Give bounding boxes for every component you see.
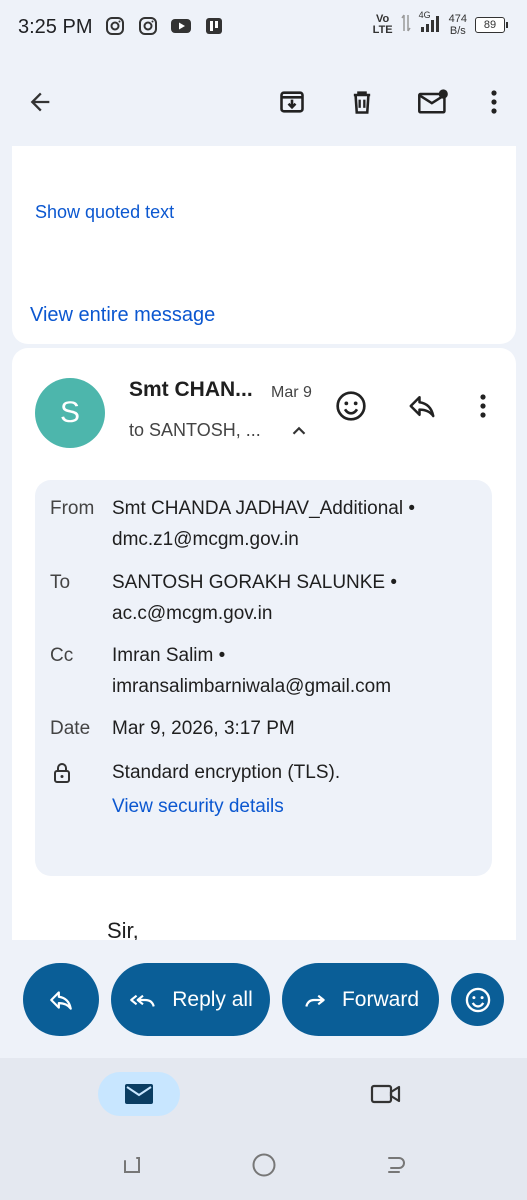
emoji-button[interactable] bbox=[451, 973, 504, 1026]
data-arrows-icon bbox=[401, 13, 411, 36]
cc-email[interactable]: imransalimbarniwala@gmail.com bbox=[112, 671, 482, 702]
message-card: S Smt CHAN... Mar 9 to SANTOSH, ... From… bbox=[12, 348, 516, 940]
to-label: To bbox=[50, 572, 71, 593]
network-speed: 474 B/s bbox=[448, 12, 467, 37]
chevron-up-icon[interactable] bbox=[288, 420, 310, 447]
home-nav-icon[interactable] bbox=[249, 1150, 279, 1180]
emoji-reaction-icon[interactable] bbox=[331, 386, 371, 426]
lock-icon bbox=[52, 762, 72, 790]
signal-icon: 4G bbox=[419, 10, 441, 37]
battery-icon: 89 bbox=[475, 16, 508, 33]
reply-icon[interactable] bbox=[402, 386, 442, 426]
message-details-panel: From Smt CHANDA JADHAV_Additional • dmc.… bbox=[35, 480, 492, 876]
to-email[interactable]: ac.c@mcgm.gov.in bbox=[112, 598, 482, 629]
from-value: Smt CHANDA JADHAV_Additional • dmc.z1@mc… bbox=[112, 493, 482, 555]
back-nav-icon[interactable] bbox=[380, 1150, 410, 1180]
top-toolbar bbox=[0, 56, 527, 146]
status-time: 3:25 PM bbox=[18, 16, 93, 38]
message-body: Sir, bbox=[107, 918, 139, 940]
nav-mail-tab[interactable] bbox=[98, 1072, 180, 1116]
quoted-card: Show quoted text View entire message bbox=[12, 146, 516, 344]
to-name: SANTOSH GORAKH SALUNKE • bbox=[112, 572, 398, 593]
view-security-details-link[interactable]: View security details bbox=[112, 791, 482, 822]
from-email[interactable]: dmc.z1@mcgm.gov.in bbox=[112, 524, 482, 555]
forward-button[interactable]: Forward bbox=[282, 963, 439, 1036]
delete-icon[interactable] bbox=[340, 80, 384, 124]
back-arrow-icon[interactable] bbox=[18, 80, 62, 124]
date-label: Date bbox=[50, 718, 91, 739]
cc-value: Imran Salim • imransalimbarniwala@gmail.… bbox=[112, 640, 482, 702]
more-vert-icon[interactable] bbox=[472, 80, 516, 124]
message-more-icon[interactable] bbox=[463, 386, 503, 426]
message-scroll-area[interactable]: Show quoted text View entire message S S… bbox=[0, 146, 527, 940]
cc-label: Cc bbox=[50, 645, 74, 666]
video-camera-icon bbox=[370, 1084, 401, 1104]
reply-all-icon bbox=[130, 994, 155, 1007]
recents-nav-icon[interactable] bbox=[117, 1150, 147, 1180]
from-name: Smt CHANDA JADHAV_Additional • bbox=[112, 498, 416, 519]
reply-all-button[interactable]: Reply all bbox=[111, 963, 270, 1036]
avatar[interactable]: S bbox=[35, 378, 105, 448]
date-value: Mar 9, 2026, 3:17 PM bbox=[112, 718, 295, 739]
from-label: From bbox=[50, 498, 95, 519]
emoji-icon bbox=[465, 987, 490, 1012]
status-bar: 3:25 PM Vo LTE 4G 474 B/s 89 bbox=[0, 0, 527, 56]
cc-name: Imran Salim • bbox=[112, 645, 226, 666]
sender-name[interactable]: Smt CHAN... bbox=[129, 378, 253, 402]
show-quoted-text-link[interactable]: Show quoted text bbox=[35, 202, 174, 223]
reply-button[interactable] bbox=[23, 963, 99, 1036]
forward-icon bbox=[305, 994, 325, 1007]
app-icon bbox=[203, 15, 225, 37]
instagram-icon bbox=[137, 15, 159, 37]
action-bar: Reply all Forward bbox=[0, 940, 527, 1058]
recipients-summary[interactable]: to SANTOSH, ... bbox=[129, 420, 261, 441]
archive-icon[interactable] bbox=[270, 80, 314, 124]
reply-icon bbox=[50, 990, 72, 1010]
forward-label: Forward bbox=[341, 987, 420, 1011]
to-value: SANTOSH GORAKH SALUNKE • ac.c@mcgm.gov.i… bbox=[112, 567, 482, 629]
volte-indicator: Vo LTE bbox=[372, 12, 393, 36]
instagram-icon bbox=[104, 15, 126, 37]
reply-all-label: Reply all bbox=[172, 987, 253, 1011]
nav-meet-tab[interactable] bbox=[364, 1072, 408, 1116]
mail-icon bbox=[125, 1084, 153, 1104]
bottom-navigation bbox=[0, 1058, 527, 1200]
youtube-icon bbox=[170, 15, 192, 37]
encryption-info: Standard encryption (TLS). View security… bbox=[112, 757, 482, 822]
message-date: Mar 9 bbox=[271, 384, 312, 401]
mark-unread-icon[interactable] bbox=[411, 80, 455, 124]
view-entire-message-link[interactable]: View entire message bbox=[30, 304, 215, 327]
encryption-text: Standard encryption (TLS). bbox=[112, 762, 341, 783]
